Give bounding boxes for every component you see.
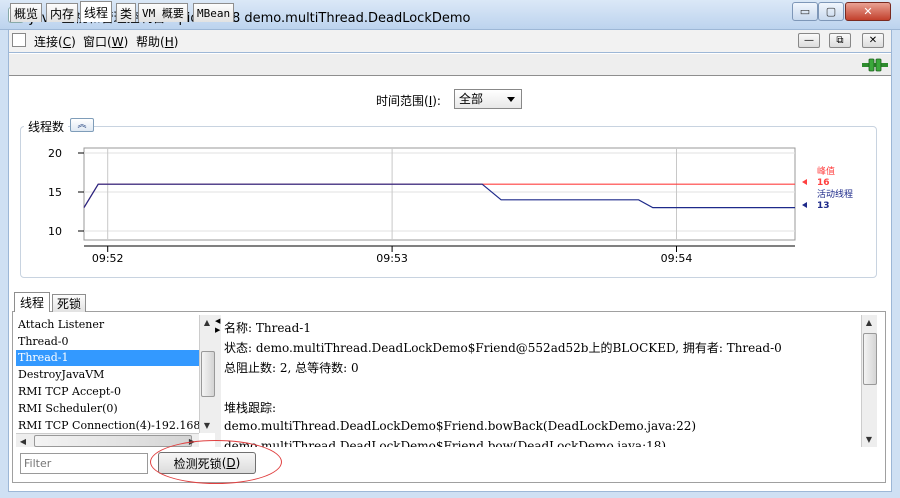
y-tick-label: 15 [48,186,62,199]
thread-list-item-selected[interactable]: Thread-1 [16,350,199,366]
detail-vertical-scrollbar[interactable]: ▲ ▼ [861,315,877,447]
scroll-up-icon[interactable]: ▲ [201,316,213,328]
thread-counts-line: 总阻止数: 2, 总等待数: 0 [224,361,359,375]
stack-trace-header: 堆栈跟踪: [224,401,277,415]
chevron-right-icon[interactable]: ▶ [215,326,220,334]
y-tick-label: 20 [48,147,62,160]
thread-list-item[interactable]: DestroyJavaVM [18,367,199,383]
x-tick-label: 09:52 [92,252,124,265]
stack-frame: demo.multiThread.DeadLockDemo$Friend.bow… [224,439,667,447]
thread-state-line: 状态: demo.multiThread.DeadLockDemo$Friend… [224,341,782,355]
chevron-left-icon[interactable]: ◀ [215,317,220,325]
tab-thread-list[interactable]: 线程 [14,292,51,312]
legend-name: 活动线程 [817,188,853,200]
thread-list: Attach Listener Thread-0 Thread-1 Destro… [16,315,216,433]
thread-list-item[interactable]: RMI Scheduler(0) [18,401,199,417]
thread-name-line: 名称: Thread-1 [224,321,311,335]
tab-deadlock[interactable]: 死锁 [52,294,87,312]
thread-list-item[interactable]: RMI TCP Connection(4)-192.168. [18,418,199,433]
legend-value: 13 [817,201,830,211]
scroll-thumb[interactable] [34,435,192,447]
scroll-thumb[interactable] [863,333,877,385]
legend-value: 16 [817,178,830,188]
highlight-ellipse-annotation [150,440,282,484]
scroll-down-icon[interactable]: ▼ [863,433,875,445]
legend-marker [802,179,807,185]
plot-area [83,147,796,241]
thread-list-item[interactable]: Thread-0 [18,334,199,350]
thread-list-item[interactable]: Attach Listener [18,317,199,333]
stack-frame: demo.multiThread.DeadLockDemo$Friend.bow… [224,419,697,433]
legend-marker [802,202,807,208]
filter-input[interactable] [20,453,148,474]
x-tick-label: 09:53 [376,252,408,265]
x-tick-label: 09:54 [661,252,693,265]
thread-list-vertical-scrollbar[interactable]: ▲ ▼ [199,315,215,433]
thread-detail-text[interactable]: 名称: Thread-1 状态: demo.multiThread.DeadLo… [221,315,861,447]
scroll-up-icon[interactable]: ▲ [863,316,875,328]
scroll-thumb[interactable] [201,351,215,397]
thread-list-item[interactable]: RMI TCP Accept-0 [18,384,199,400]
y-tick-label: 10 [48,225,62,238]
legend-name: 峰值 [817,165,835,177]
scroll-down-icon[interactable]: ▼ [201,419,213,431]
scroll-left-icon[interactable]: ◀ [17,435,29,447]
